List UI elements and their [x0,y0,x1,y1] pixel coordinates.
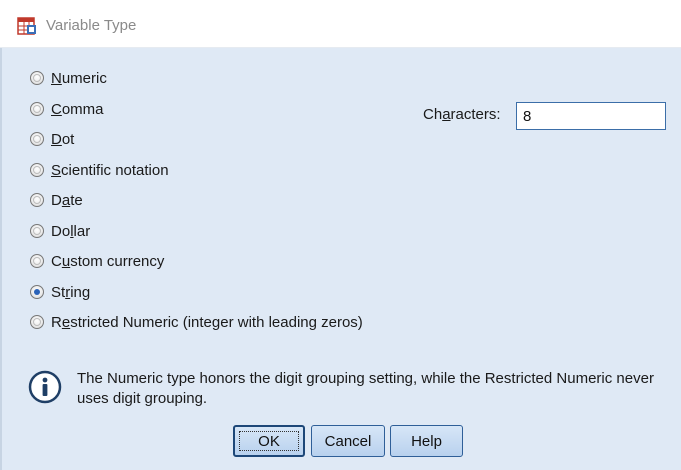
radio-string[interactable]: String [30,281,90,303]
radio-circle[interactable] [30,71,44,85]
radio-circle[interactable] [30,132,44,146]
radio-circle[interactable] [30,193,44,207]
app-table-icon [17,17,36,35]
radio-restricted-numeric[interactable]: Restricted Numeric (integer with leading… [30,311,363,333]
radio-circle-selected[interactable] [30,285,44,299]
radio-circle[interactable] [30,254,44,268]
characters-label: Characters: [423,106,501,123]
help-label: Help [411,432,442,450]
cancel-label: Cancel [324,432,372,450]
radio-circle[interactable] [30,315,44,329]
radio-scientific-notation[interactable]: Scientific notation [30,159,169,181]
info-icon [28,370,62,404]
radio-circle[interactable] [30,224,44,238]
radio-label: Comma [51,100,104,118]
radio-custom-currency[interactable]: Custom currency [30,250,164,272]
help-button[interactable]: Help [390,425,463,457]
cancel-button[interactable]: Cancel [311,425,385,457]
info-message: The Numeric type honors the digit groupi… [77,370,654,407]
radio-label: Custom currency [51,252,165,270]
radio-label: String [51,283,91,301]
characters-input[interactable] [516,102,666,130]
radio-circle[interactable] [30,102,44,116]
radio-dollar[interactable]: Dollar [30,220,90,242]
window-title: Variable Type [46,17,137,34]
radio-circle[interactable] [30,163,44,177]
radio-label: Restricted Numeric (integer with leading… [51,313,363,331]
radio-label: Dollar [51,222,91,240]
ok-button[interactable]: OK [233,425,305,457]
radio-label: Date [51,191,83,209]
radio-dot[interactable]: Dot [30,128,74,150]
focus-rect [239,431,299,451]
radio-label: Scientific notation [51,161,169,179]
radio-comma[interactable]: Comma [30,98,104,120]
left-edge [0,48,2,470]
radio-label: Dot [51,130,75,148]
radio-date[interactable]: Date [30,189,83,211]
title-bar: Variable Type [0,0,681,48]
radio-numeric[interactable]: Numeric [30,67,107,89]
radio-label: Numeric [51,69,107,87]
